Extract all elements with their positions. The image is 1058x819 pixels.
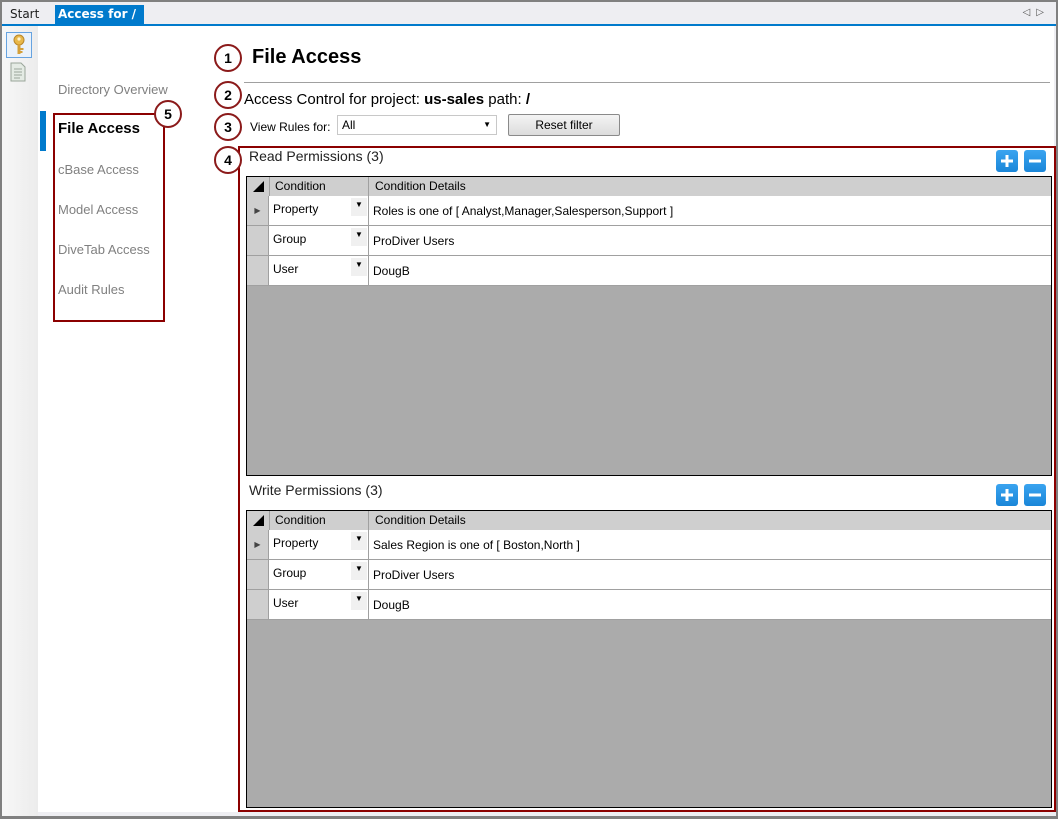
row-header[interactable] bbox=[247, 590, 269, 620]
active-nav-indicator bbox=[40, 111, 46, 151]
dropdown-arrow-icon[interactable]: ▼ bbox=[351, 198, 367, 216]
condition-value: Group bbox=[273, 566, 307, 580]
path-label: path: bbox=[484, 91, 526, 108]
condition-details-cell[interactable]: DougB bbox=[369, 256, 1051, 286]
column-header-condition-details[interactable]: Condition Details bbox=[369, 177, 466, 196]
callout-4: 4 bbox=[214, 146, 242, 174]
condition-value: Property bbox=[273, 536, 319, 550]
tab-start[interactable]: Start bbox=[4, 5, 45, 24]
minus-icon bbox=[1029, 493, 1041, 497]
plus-icon bbox=[1001, 155, 1013, 167]
tab-access-for[interactable]: Access for /✕ bbox=[55, 5, 144, 40]
column-header-condition[interactable]: Condition bbox=[269, 177, 369, 196]
condition-details-cell[interactable]: ProDiver Users bbox=[369, 560, 1051, 590]
key-icon[interactable] bbox=[6, 32, 32, 58]
tab-navigation: ◁▷ bbox=[1023, 7, 1050, 18]
view-rules-label: View Rules for: bbox=[250, 120, 331, 134]
read-permissions-grid: Condition Condition Details ▶ Property ▼ … bbox=[246, 176, 1052, 476]
condition-cell[interactable]: Property ▼ bbox=[269, 196, 369, 226]
condition-value: Property bbox=[273, 202, 319, 216]
access-control-summary: Access Control for project: us-sales pat… bbox=[244, 91, 530, 108]
condition-value: Group bbox=[273, 232, 307, 246]
column-header-condition[interactable]: Condition bbox=[269, 511, 369, 530]
callout-5: 5 bbox=[154, 100, 182, 128]
condition-details-cell[interactable]: Sales Region is one of [ Boston,North ] bbox=[369, 530, 1051, 560]
column-header-condition-details[interactable]: Condition Details bbox=[369, 511, 466, 530]
path-value: / bbox=[525, 91, 530, 108]
remove-write-rule-button[interactable] bbox=[1024, 484, 1046, 506]
chevron-right-icon[interactable]: ▷ bbox=[1036, 7, 1050, 18]
select-all-corner[interactable] bbox=[247, 511, 270, 530]
condition-cell[interactable]: Group ▼ bbox=[269, 560, 369, 590]
callout-box-5 bbox=[53, 113, 165, 322]
callout-3: 3 bbox=[214, 113, 242, 141]
tab-label: Access for / bbox=[58, 7, 137, 21]
condition-cell[interactable]: Property ▼ bbox=[269, 530, 369, 560]
callout-1: 1 bbox=[214, 44, 242, 72]
project-name: us-sales bbox=[424, 91, 485, 108]
chevron-down-icon: ▼ bbox=[483, 120, 491, 129]
table-row[interactable]: User ▼ DougB bbox=[247, 590, 1051, 620]
condition-cell[interactable]: Group ▼ bbox=[269, 226, 369, 256]
condition-details-cell[interactable]: ProDiver Users bbox=[369, 226, 1051, 256]
row-selector-icon[interactable]: ▶ bbox=[247, 196, 269, 226]
read-permissions-title: Read Permissions (3) bbox=[249, 148, 384, 164]
add-read-rule-button[interactable] bbox=[996, 150, 1018, 172]
write-permissions-grid: Condition Condition Details ▶ Property ▼ … bbox=[246, 510, 1052, 808]
add-write-rule-button[interactable] bbox=[996, 484, 1018, 506]
condition-value: User bbox=[273, 262, 299, 276]
view-rules-select[interactable]: All ▼ bbox=[337, 115, 497, 135]
plus-icon bbox=[1001, 489, 1013, 501]
dropdown-arrow-icon[interactable]: ▼ bbox=[351, 228, 367, 246]
table-row[interactable]: Group ▼ ProDiver Users bbox=[247, 226, 1051, 256]
grid-header: Condition Condition Details bbox=[247, 511, 1051, 531]
divider bbox=[244, 82, 1050, 83]
left-toolbar bbox=[2, 26, 38, 816]
page-title: File Access bbox=[252, 46, 362, 68]
row-header[interactable] bbox=[247, 560, 269, 590]
condition-details-cell[interactable]: DougB bbox=[369, 590, 1051, 620]
minus-icon bbox=[1029, 159, 1041, 163]
row-selector-icon[interactable]: ▶ bbox=[247, 530, 269, 560]
sidebar-item-directory-overview[interactable]: Directory Overview bbox=[58, 82, 168, 97]
row-header[interactable] bbox=[247, 226, 269, 256]
condition-value: User bbox=[273, 596, 299, 610]
dropdown-arrow-icon[interactable]: ▼ bbox=[351, 258, 367, 276]
content-pane: Directory Overview File Access cBase Acc… bbox=[38, 26, 1056, 812]
chevron-left-icon[interactable]: ◁ bbox=[1023, 7, 1037, 18]
dropdown-arrow-icon[interactable]: ▼ bbox=[351, 532, 367, 550]
reset-filter-button[interactable]: Reset filter bbox=[508, 114, 620, 136]
view-rules-value: All bbox=[342, 118, 356, 132]
table-row[interactable]: Group ▼ ProDiver Users bbox=[247, 560, 1051, 590]
row-header[interactable] bbox=[247, 256, 269, 286]
select-all-corner[interactable] bbox=[247, 177, 270, 196]
callout-2: 2 bbox=[214, 81, 242, 109]
tab-bar: Start Access for /✕ ◁▷ bbox=[2, 2, 1056, 40]
write-permissions-title: Write Permissions (3) bbox=[249, 482, 383, 498]
subtitle-prefix: Access Control for project: bbox=[244, 91, 425, 108]
grid-header: Condition Condition Details bbox=[247, 177, 1051, 197]
table-row[interactable]: ▶ Property ▼ Roles is one of [ Analyst,Ma… bbox=[247, 196, 1051, 226]
remove-read-rule-button[interactable] bbox=[1024, 150, 1046, 172]
table-row[interactable]: User ▼ DougB bbox=[247, 256, 1051, 286]
condition-details-cell[interactable]: Roles is one of [ Analyst,Manager,Salesp… bbox=[369, 196, 1051, 226]
window: Start Access for /✕ ◁▷ Directory Overvie… bbox=[2, 2, 1056, 816]
condition-cell[interactable]: User ▼ bbox=[269, 590, 369, 620]
dropdown-arrow-icon[interactable]: ▼ bbox=[351, 592, 367, 610]
table-row[interactable]: ▶ Property ▼ Sales Region is one of [ Bos… bbox=[247, 530, 1051, 560]
condition-cell[interactable]: User ▼ bbox=[269, 256, 369, 286]
dropdown-arrow-icon[interactable]: ▼ bbox=[351, 562, 367, 580]
document-icon[interactable] bbox=[6, 60, 30, 84]
